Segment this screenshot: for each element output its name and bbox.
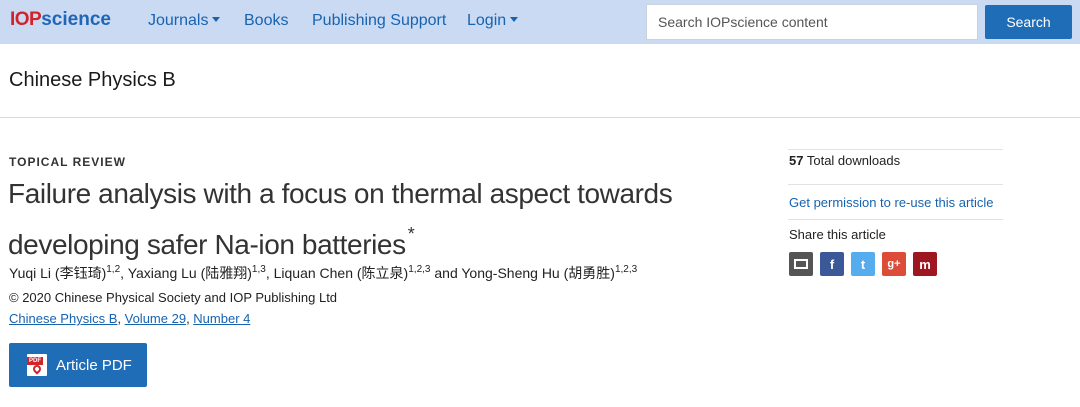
- author-separator: ,: [120, 265, 128, 281]
- envelope-shape: [794, 259, 808, 269]
- author-name[interactable]: Yong-Sheng Hu (胡勇胜): [461, 265, 615, 281]
- author-separator: and: [430, 265, 462, 281]
- author-separator: ,: [265, 265, 274, 281]
- downloads-count: 57: [789, 153, 804, 168]
- citation-links: Chinese Physics B, Volume 29, Number 4: [9, 311, 250, 327]
- top-nav-bar: IOPscience Journals Books Publishing Sup…: [0, 0, 1080, 44]
- downloads-label: Total downloads: [803, 153, 901, 168]
- google-plus-icon[interactable]: g+: [882, 252, 906, 276]
- citation-number-link[interactable]: Number 4: [193, 311, 250, 326]
- search-input[interactable]: [646, 4, 978, 40]
- journal-title[interactable]: Chinese Physics B: [9, 68, 176, 92]
- total-downloads: 57 Total downloads: [789, 153, 900, 169]
- author-affiliation[interactable]: 1,3: [252, 264, 266, 275]
- search-button[interactable]: Search: [985, 5, 1072, 39]
- header-divider: [0, 117, 1080, 118]
- title-footnote-mark[interactable]: *: [408, 224, 415, 244]
- logo-iop-text: IOP: [10, 9, 42, 30]
- sidebar-divider: [788, 149, 1003, 150]
- email-icon[interactable]: [789, 252, 813, 276]
- article-title-line1: Failure analysis with a focus on thermal…: [8, 178, 673, 209]
- permission-link[interactable]: Get permission to re-use this article: [789, 195, 993, 211]
- acrobat-symbol: [31, 363, 43, 375]
- article-title: Failure analysis with a focus on thermal…: [8, 174, 708, 265]
- article-type-label: TOPICAL REVIEW: [9, 155, 126, 169]
- citation-volume-link[interactable]: Volume 29: [125, 311, 186, 326]
- author-list: Yuqi Li (李钰琦)1,2, Yaxiang Lu (陆雅翔)1,3, L…: [9, 263, 637, 283]
- author-name[interactable]: Yaxiang Lu (陆雅翔): [128, 265, 252, 281]
- citation-separator: ,: [117, 311, 125, 326]
- mendeley-icon[interactable]: m: [913, 252, 937, 276]
- nav-journals-label: Journals: [148, 12, 209, 29]
- nav-login-label: Login: [467, 12, 507, 29]
- logo-science-text: science: [41, 9, 111, 30]
- nav-books[interactable]: Books: [244, 11, 288, 31]
- pdf-icon: PDF: [27, 354, 47, 376]
- chevron-down-icon: [510, 17, 519, 22]
- nav-journals[interactable]: Journals: [148, 11, 221, 31]
- copyright-notice: © 2020 Chinese Physical Society and IOP …: [9, 290, 338, 305]
- share-icon-row: f t g+ m: [789, 252, 937, 276]
- author-name[interactable]: Liquan Chen (陈立泉): [274, 265, 409, 281]
- chevron-down-icon: [212, 17, 221, 22]
- citation-journal-link[interactable]: Chinese Physics B: [9, 311, 117, 326]
- nav-login[interactable]: Login: [467, 11, 519, 31]
- article-pdf-label: Article PDF: [56, 356, 132, 374]
- iopscience-logo[interactable]: IOPscience: [10, 9, 111, 31]
- share-label: Share this article: [789, 227, 886, 242]
- sidebar-divider: [788, 219, 1003, 220]
- article-pdf-button[interactable]: PDF Article PDF: [9, 343, 147, 387]
- author-affiliation[interactable]: 1,2,3: [408, 264, 430, 275]
- author-name[interactable]: Yuqi Li (李钰琦): [9, 265, 106, 281]
- nav-publishing-support[interactable]: Publishing Support: [312, 11, 446, 31]
- sidebar-divider: [788, 184, 1003, 185]
- twitter-icon[interactable]: t: [851, 252, 875, 276]
- author-affiliation[interactable]: 1,2,3: [615, 264, 637, 275]
- facebook-icon[interactable]: f: [820, 252, 844, 276]
- article-title-line2: developing safer Na-ion batteries: [8, 229, 406, 260]
- author-affiliation[interactable]: 1,2: [106, 264, 120, 275]
